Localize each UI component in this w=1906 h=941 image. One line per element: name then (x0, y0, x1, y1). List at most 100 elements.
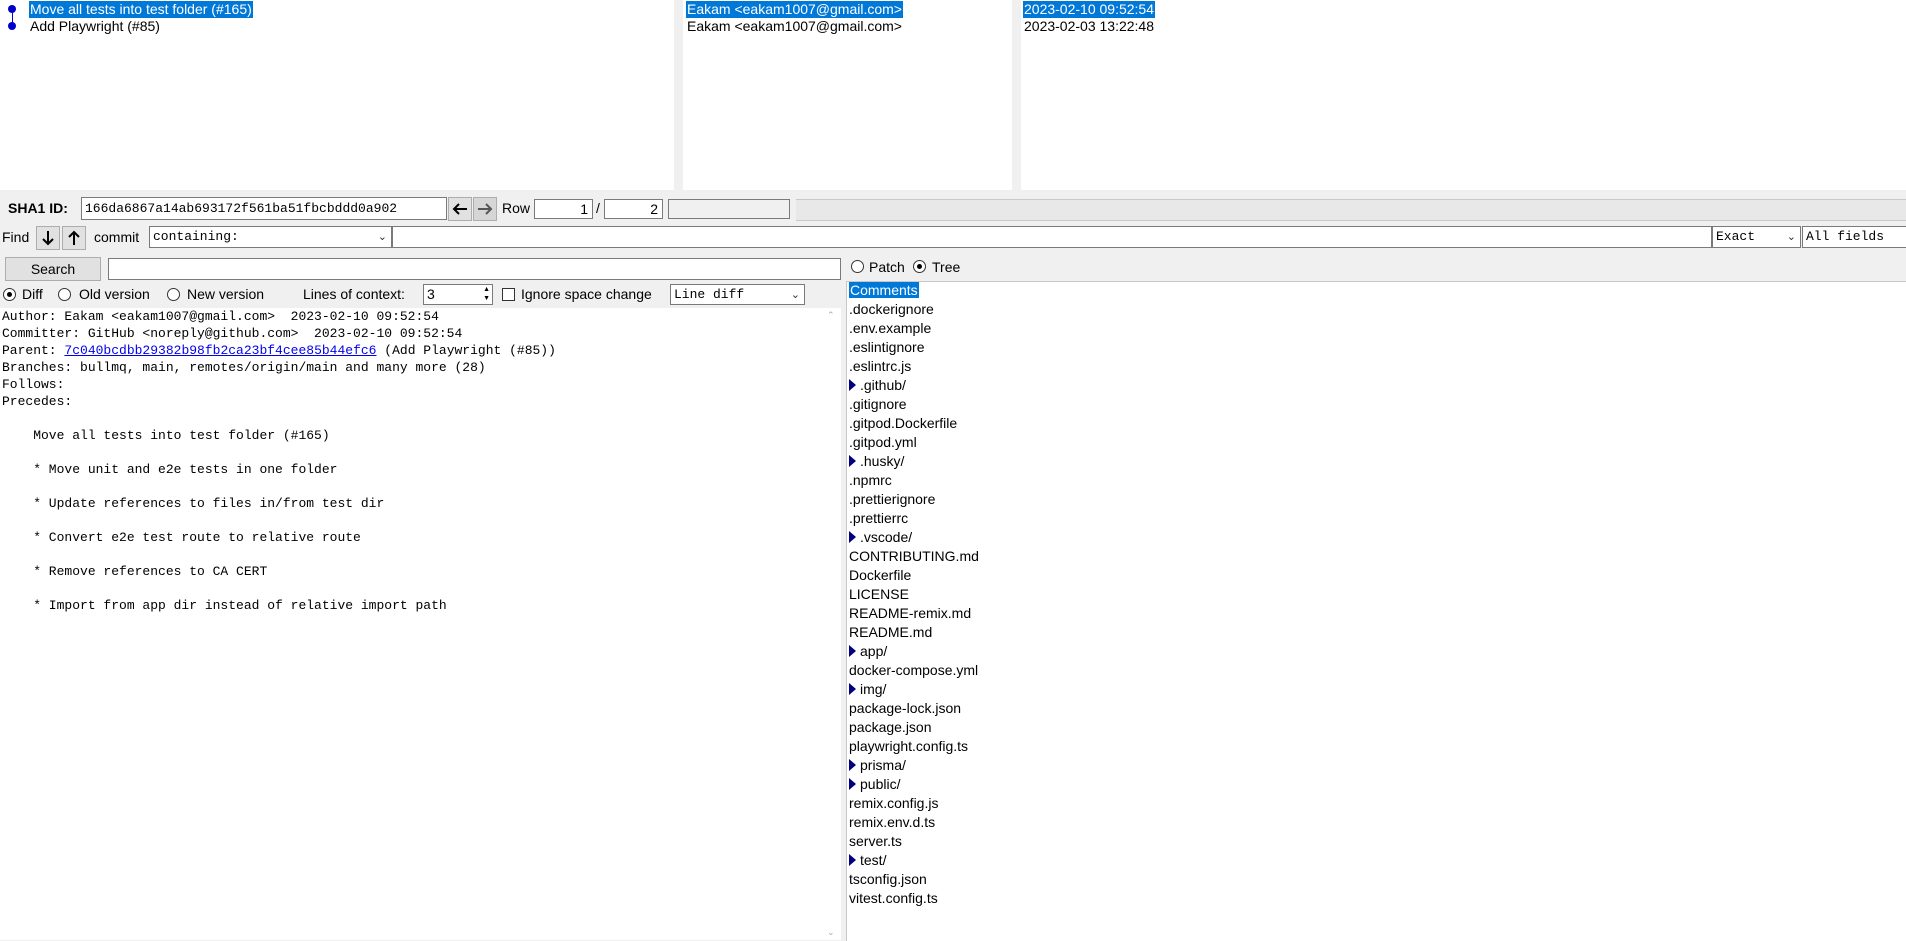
parent-hash-link[interactable]: 7c040bcdbb29382b98fb2ca23bf4cee85b44efc6 (64, 343, 376, 358)
tree-item-label: .gitpod.Dockerfile (849, 415, 958, 431)
tree-folder-item[interactable]: .github/ (849, 376, 906, 395)
tree-file-item[interactable]: vitest.config.ts (849, 889, 938, 908)
tree-file-item[interactable]: docker-compose.yml (849, 661, 978, 680)
find-prev-button[interactable] (62, 226, 86, 250)
spin-down-icon[interactable]: ▼ (483, 295, 490, 303)
tree-file-item[interactable]: remix.env.d.ts (849, 813, 935, 832)
scroll-down-icon[interactable]: ⌄ (827, 927, 835, 938)
diff-mode-select[interactable]: Line diff ⌄ (670, 284, 805, 305)
expand-triangle-icon[interactable] (849, 531, 856, 543)
expand-triangle-icon[interactable] (849, 854, 856, 866)
tree-item-label: remix.env.d.ts (849, 814, 936, 830)
expand-triangle-icon[interactable] (849, 379, 856, 391)
expand-triangle-icon[interactable] (849, 455, 856, 467)
tree-file-item[interactable]: README.md (849, 623, 932, 642)
old-version-radio[interactable] (58, 288, 71, 301)
scroll-up-icon[interactable]: ⌃ (827, 310, 835, 321)
new-version-radio[interactable] (167, 288, 180, 301)
tree-file-item[interactable]: package.json (849, 718, 932, 737)
diff-radio[interactable] (3, 288, 16, 301)
message-line: * Import from app dir instead of relativ… (2, 598, 447, 613)
tree-file-item[interactable]: .eslintignore (849, 338, 925, 357)
spin-up-icon[interactable]: ▲ (483, 286, 490, 294)
context-spinbox[interactable]: 3 ▲ ▼ (423, 284, 493, 305)
row-label: Row (502, 200, 531, 216)
patch-label: Patch (869, 259, 905, 275)
tree-item-label: CONTRIBUTING.md (849, 548, 979, 564)
tree-item-label: img/ (860, 681, 887, 697)
tree-file-item[interactable]: .gitpod.yml (849, 433, 917, 452)
tree-file-item[interactable]: remix.config.js (849, 794, 938, 813)
tree-file-item[interactable]: .prettierignore (849, 490, 935, 509)
message-line: Move all tests into test folder (#165) (2, 428, 330, 443)
branches-line: Branches: bullmq, main, remotes/origin/m… (2, 360, 486, 375)
tree-folder-item[interactable]: img/ (849, 680, 886, 699)
tree-file-item[interactable]: .gitignore (849, 395, 907, 414)
tree-folder-item[interactable]: prisma/ (849, 756, 906, 775)
file-tree-pane[interactable] (846, 281, 1906, 941)
tree-file-item[interactable]: Comments (849, 281, 919, 300)
find-input[interactable] (392, 226, 1712, 248)
tree-file-item[interactable]: .npmrc (849, 471, 892, 490)
search-button[interactable]: Search (5, 257, 101, 281)
sha1-input[interactable]: 166da6867a14ab693172f561ba51fbcbddd0a902 (81, 197, 447, 220)
commit-date-pane[interactable]: 2023-02-10 09:52:54 2023-02-03 13:22:48 (1021, 0, 1906, 190)
committer-line: Committer: GitHub <noreply@github.com> 2… (2, 326, 463, 341)
tree-file-item[interactable]: .prettierrc (849, 509, 908, 528)
ignore-space-checkbox[interactable] (502, 288, 515, 301)
expand-triangle-icon[interactable] (849, 645, 856, 657)
tree-file-item[interactable]: .dockerignore (849, 300, 934, 319)
tree-file-item[interactable]: tsconfig.json (849, 870, 927, 889)
tree-item-label: .eslintrc.js (849, 358, 912, 374)
commit-node-icon (8, 5, 16, 13)
tree-folder-item[interactable]: test/ (849, 851, 886, 870)
tree-file-item[interactable]: server.ts (849, 832, 902, 851)
expand-triangle-icon[interactable] (849, 778, 856, 790)
tree-item-label: LICENSE (849, 586, 909, 602)
tree-file-item[interactable]: .env.example (849, 319, 931, 338)
tree-file-item[interactable]: .gitpod.Dockerfile (849, 414, 957, 433)
back-button[interactable] (448, 197, 472, 221)
commit-subject: Add Playwright (#85) (30, 18, 160, 34)
find-match-select[interactable]: Exact ⌄ (1712, 226, 1801, 248)
commit-subject: Move all tests into test folder (#165) (29, 1, 253, 18)
tree-item-label: .npmrc (849, 472, 892, 488)
tree-folder-item[interactable]: public/ (849, 775, 900, 794)
search-input[interactable] (108, 258, 841, 280)
tree-folder-item[interactable]: .husky/ (849, 452, 904, 471)
chevron-down-icon: ⌄ (1786, 230, 1796, 243)
diff-mode-value: Line diff (674, 287, 745, 302)
tree-file-item[interactable]: playwright.config.ts (849, 737, 968, 756)
tree-folder-item[interactable]: app/ (849, 642, 887, 661)
commit-graph-pane[interactable]: Move all tests into test folder (#165) A… (0, 0, 674, 190)
message-line: * Remove references to CA CERT (2, 564, 268, 579)
tree-radio[interactable] (913, 260, 926, 273)
tree-file-item[interactable]: .eslintrc.js (849, 357, 911, 376)
tree-file-item[interactable]: Dockerfile (849, 566, 911, 585)
commit-row[interactable]: Add Playwright (#85) (0, 18, 674, 35)
tree-folder-item[interactable]: .vscode/ (849, 528, 912, 547)
details-scrollbar[interactable]: ⌃ ⌄ (824, 308, 841, 940)
find-next-button[interactable] (36, 226, 60, 250)
expand-triangle-icon[interactable] (849, 759, 856, 771)
expand-triangle-icon[interactable] (849, 683, 856, 695)
commit-author-pane[interactable]: Eakam <eakam1007@gmail.com> Eakam <eakam… (683, 0, 1012, 190)
tree-file-item[interactable]: README-remix.md (849, 604, 971, 623)
row-current-field: 1 (534, 199, 593, 219)
tree-item-label: README.md (849, 624, 933, 640)
message-line: * Move unit and e2e tests in one folder (2, 462, 338, 477)
tree-item-label: Dockerfile (849, 567, 912, 583)
old-version-label: Old version (79, 286, 150, 302)
tree-item-label: Comments (849, 282, 919, 298)
tree-file-item[interactable]: LICENSE (849, 585, 909, 604)
tree-file-item[interactable]: package-lock.json (849, 699, 961, 718)
tree-file-item[interactable]: CONTRIBUTING.md (849, 547, 979, 566)
find-mode-select[interactable]: containing: ⌄ (149, 226, 392, 248)
commit-details-pane[interactable]: Author: Eakam <eakam1007@gmail.com> 2023… (0, 308, 824, 940)
find-fields-select[interactable]: All fields (1802, 226, 1906, 248)
patch-radio[interactable] (851, 260, 864, 273)
forward-button[interactable] (473, 197, 497, 221)
parent-line: Parent: 7c040bcdbb29382b98fb2ca23bf4cee8… (2, 342, 556, 359)
sha1-label: SHA1 ID: (8, 200, 68, 216)
commit-row[interactable]: Move all tests into test folder (#165) (0, 1, 674, 18)
